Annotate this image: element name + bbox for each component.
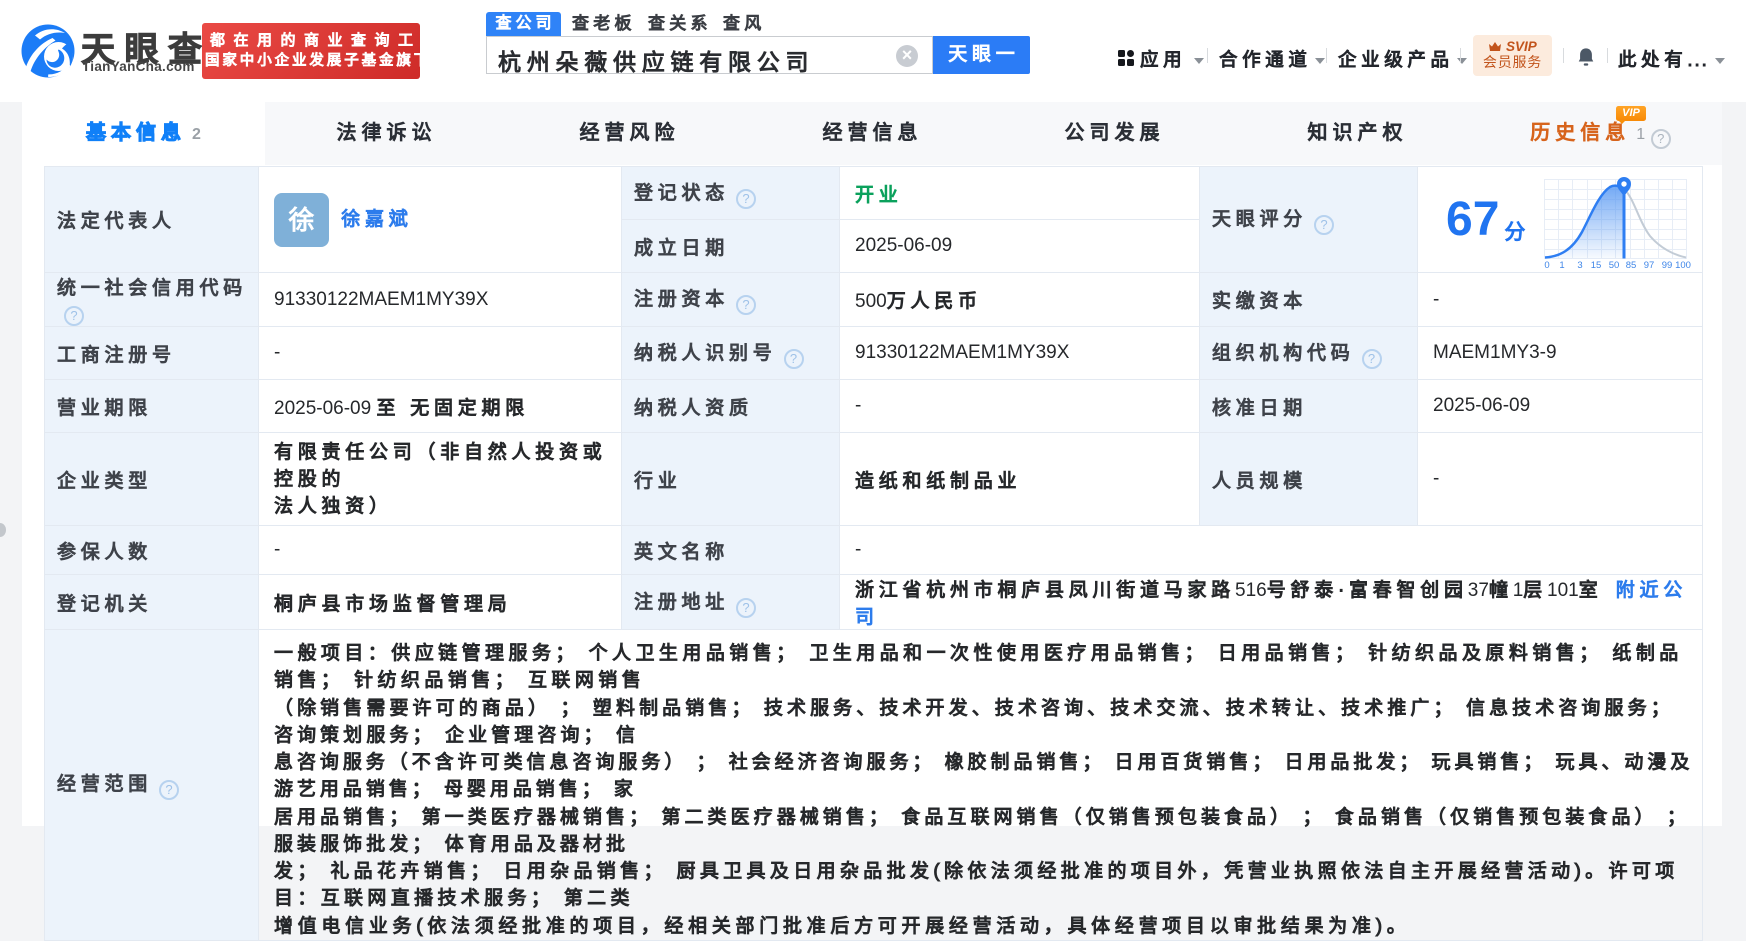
svg-text:100: 100	[1675, 260, 1691, 269]
svg-text:85: 85	[1625, 260, 1636, 269]
svg-text:50: 50	[1608, 260, 1619, 269]
svg-text:97: 97	[1643, 260, 1654, 269]
svg-text:0: 0	[1544, 260, 1549, 269]
svg-text:1: 1	[1559, 260, 1564, 269]
svg-text:99: 99	[1661, 260, 1672, 269]
svg-text:3: 3	[1577, 260, 1582, 269]
svg-text:15: 15	[1590, 260, 1601, 269]
